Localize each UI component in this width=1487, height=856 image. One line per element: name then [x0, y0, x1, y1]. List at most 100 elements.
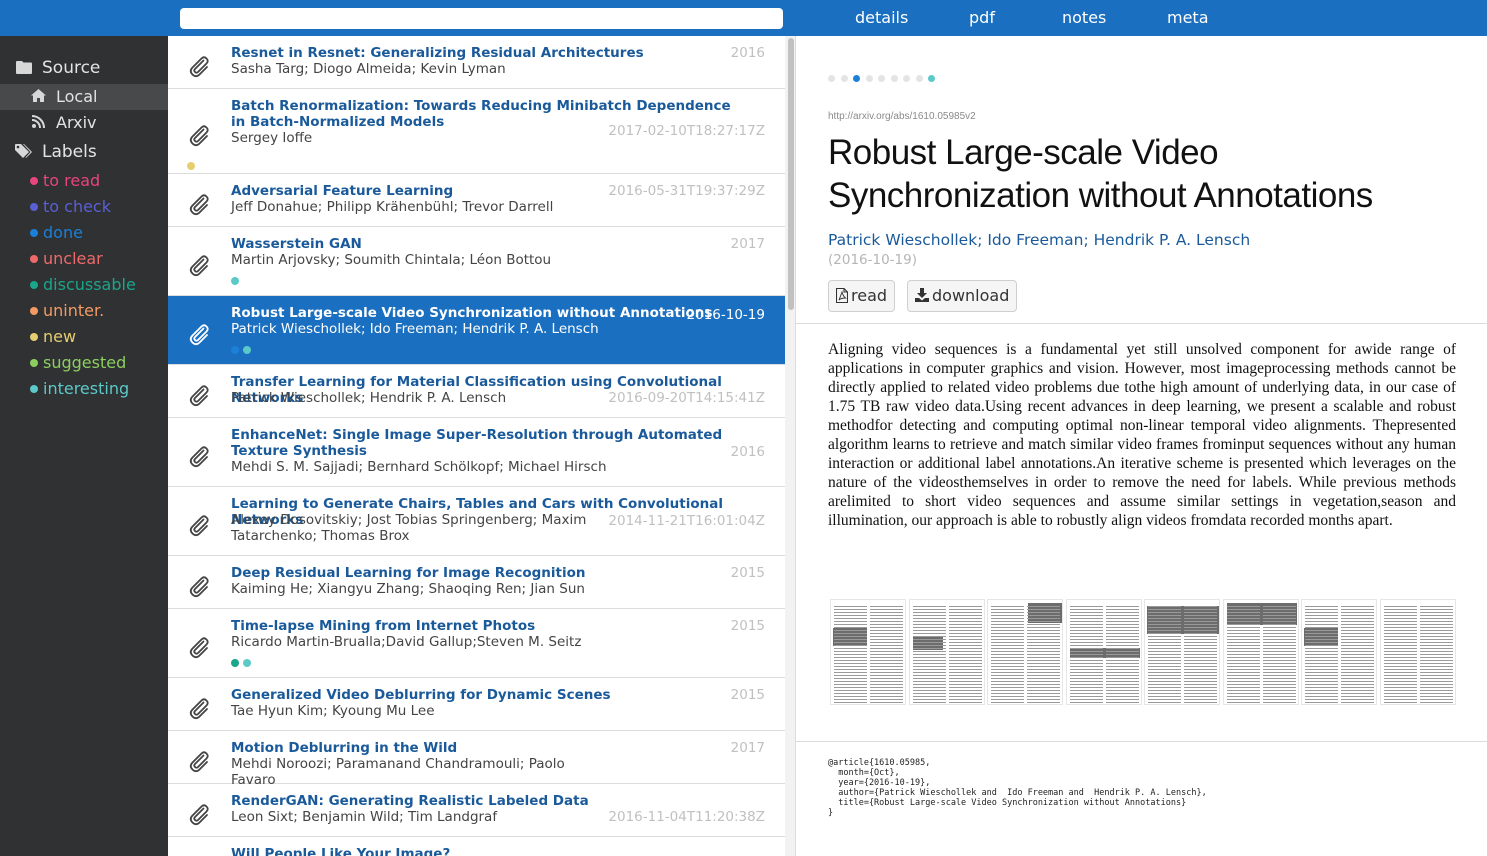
paper-row-title[interactable]: RenderGAN: Generating Realistic Labeled …: [231, 793, 731, 809]
paper-row-title[interactable]: Robust Large-scale Video Synchronization…: [231, 305, 731, 321]
label-item[interactable]: done: [30, 220, 83, 246]
paper-row-title[interactable]: EnhanceNet: Single Image Super-Resolutio…: [231, 427, 731, 459]
label-item[interactable]: uninter.: [30, 298, 104, 324]
download-icon: [915, 281, 929, 311]
paper-row-title[interactable]: Deep Residual Learning for Image Recogni…: [231, 565, 731, 581]
paper-row[interactable]: Learning to Generate Chairs, Tables and …: [168, 487, 785, 556]
paper-row[interactable]: EnhanceNet: Single Image Super-Resolutio…: [168, 418, 785, 487]
paper-row-title[interactable]: Time-lapse Mining from Internet Photos: [231, 618, 731, 634]
paper-row[interactable]: Robust Large-scale Video Synchronization…: [168, 296, 785, 365]
pdf-page-thumbnail[interactable]: [1065, 599, 1142, 705]
download-label: download: [932, 286, 1010, 305]
pdf-page-thumbnail[interactable]: [1144, 599, 1220, 705]
pdf-page-thumbnail[interactable]: [987, 599, 1063, 705]
label-toggle-dot[interactable]: [903, 75, 910, 82]
paperclip-icon: [187, 574, 211, 598]
source-heading[interactable]: Source: [0, 55, 168, 81]
tab-pdf[interactable]: pdf: [969, 0, 995, 36]
pdf-page-thumbnails[interactable]: [830, 599, 1456, 705]
list-scrollbar-thumb[interactable]: [788, 38, 794, 310]
paper-url[interactable]: http://arxiv.org/abs/1610.05985v2: [828, 111, 976, 122]
paper-row-date: 2015: [730, 687, 765, 703]
paperclip-icon: [187, 253, 211, 277]
label-text: suggested: [43, 353, 127, 372]
label-item[interactable]: unclear: [30, 246, 103, 272]
label-item[interactable]: to read: [30, 168, 100, 194]
search-input[interactable]: [180, 8, 783, 29]
paper-row-date: 2015: [730, 618, 765, 634]
sidebar-item-label: Arxiv: [56, 113, 97, 132]
top-bar: details pdf notes meta: [0, 0, 1487, 36]
paper-title: Robust Large-scale Video Synchronization…: [828, 133, 1373, 215]
label-toggle-dot[interactable]: [890, 75, 898, 82]
label-toggle-dot[interactable]: [878, 75, 885, 82]
paper-row[interactable]: Transfer Learning for Material Classific…: [168, 365, 785, 418]
paper-row-authors: Kaiming He; Xiangyu Zhang; Shaoqing Ren;…: [231, 581, 585, 597]
paper-row[interactable]: Motion Deblurring in the Wild Mehdi Noroo…: [168, 731, 785, 788]
pdf-page-thumbnail[interactable]: [1222, 599, 1299, 705]
label-item[interactable]: discussable: [30, 272, 136, 298]
download-button[interactable]: download: [907, 280, 1018, 312]
read-button[interactable]: read: [828, 280, 896, 312]
paper-row-date: 2016-05-31T19:37:29Z: [608, 183, 765, 199]
label-item[interactable]: suggested: [30, 350, 126, 376]
paper-row[interactable]: Adversarial Feature Learning Jeff Donahue…: [168, 174, 785, 227]
label-toggle-dot[interactable]: [915, 75, 923, 82]
label-text: discussable: [43, 275, 136, 294]
label-color-dot: [30, 177, 38, 185]
paper-row-label-dots: [187, 155, 199, 170]
label-dot: [231, 277, 239, 285]
sidebar-item-arxiv[interactable]: Arxiv: [0, 110, 168, 136]
pdf-page-thumbnail[interactable]: [1379, 599, 1456, 705]
pdf-page-thumbnail[interactable]: [1301, 599, 1377, 705]
tab-notes[interactable]: notes: [1062, 0, 1106, 36]
label-toggle-dot[interactable]: [928, 75, 935, 82]
paper-row[interactable]: RenderGAN: Generating Realistic Labeled …: [168, 784, 785, 837]
label-color-dot: [30, 359, 38, 367]
label-item[interactable]: interesting: [30, 376, 129, 402]
tab-details[interactable]: details: [855, 0, 908, 36]
pdf-page-thumbnail[interactable]: [830, 599, 906, 705]
paper-row-title[interactable]: Resnet in Resnet: Generalizing Residual …: [231, 45, 731, 61]
paper-row-date: 2017: [730, 740, 765, 756]
pdf-page-thumbnail[interactable]: [908, 599, 985, 705]
sidebar-item-local[interactable]: Local: [0, 84, 168, 110]
label-toggle-dot[interactable]: [865, 75, 873, 82]
paperclip-icon: [187, 749, 211, 773]
label-item[interactable]: new: [30, 324, 76, 350]
paper-row-title[interactable]: Will People Like Your Image?: [231, 846, 731, 856]
label-text: done: [43, 223, 83, 242]
label-toggle-dot[interactable]: [853, 75, 860, 82]
label-item[interactable]: to check: [30, 194, 111, 220]
label-toggle-dot[interactable]: [840, 75, 848, 82]
paper-row-title[interactable]: Generalized Video Deblurring for Dynamic…: [231, 687, 731, 703]
label-color-dot: [30, 229, 38, 237]
paper-row[interactable]: Generalized Video Deblurring for Dynamic…: [168, 678, 785, 731]
paper-row-authors: Tae Hyun Kim; Kyoung Mu Lee: [231, 703, 435, 719]
label-toggle-dot[interactable]: [828, 75, 835, 82]
paper-row-title[interactable]: Wasserstein GAN: [231, 236, 731, 252]
paper-row[interactable]: Will People Like Your Image?2016-11-16T1…: [168, 837, 785, 856]
paper-row[interactable]: Wasserstein GAN Martin Arjovsky; Soumith …: [168, 227, 785, 296]
details-pane: http://arxiv.org/abs/1610.05985v2 Robust…: [796, 36, 1487, 856]
tags-icon: [14, 139, 34, 165]
paper-row[interactable]: Time-lapse Mining from Internet Photos Ri…: [168, 609, 785, 678]
label-dot: [231, 346, 239, 354]
label-color-dot: [30, 255, 38, 263]
paper-row[interactable]: Deep Residual Learning for Image Recogni…: [168, 556, 785, 609]
paper-row[interactable]: Resnet in Resnet: Generalizing Residual …: [168, 36, 785, 89]
paper-row-date: 2017-02-10T18:27:17Z: [608, 122, 765, 139]
tab-meta[interactable]: meta: [1167, 0, 1209, 36]
paper-row[interactable]: Batch Renormalization: Towards Reducing …: [168, 89, 785, 174]
rss-icon: [29, 110, 47, 136]
paper-row-authors: Ricardo Martin-Brualla;David Gallup;Stev…: [231, 634, 582, 650]
paper-authors[interactable]: Patrick Wieschollek; Ido Freeman; Hendri…: [828, 231, 1250, 249]
label-color-dot: [30, 307, 38, 315]
paper-row-label-dots: [231, 652, 255, 667]
paperclip-icon: [187, 383, 211, 407]
labels-heading[interactable]: Labels: [0, 139, 168, 165]
paper-row-authors: Leon Sixt; Benjamin Wild; Tim Landgraf: [231, 809, 498, 825]
paper-row-title[interactable]: Motion Deblurring in the Wild: [231, 740, 731, 756]
sidebar-item-label: Local: [56, 87, 98, 106]
label-dot: [231, 659, 239, 667]
